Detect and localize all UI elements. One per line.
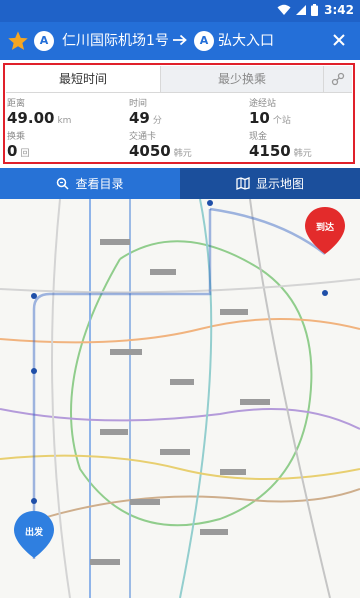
cash-fare-number: 4150 xyxy=(249,142,291,160)
arrive-pin-label: 到达 xyxy=(316,221,334,233)
line-brown xyxy=(39,488,360,520)
cash-fare-unit: 韩元 xyxy=(293,149,312,159)
tab-fewest-transfers[interactable]: 最少换乘 xyxy=(160,66,323,92)
line-grey-1 xyxy=(249,199,331,598)
line-grey-3 xyxy=(51,199,71,598)
arrive-pin[interactable]: 到达 xyxy=(305,207,345,254)
subway-map[interactable]: 到达 出发 xyxy=(0,199,360,598)
stations-unit: 个站 xyxy=(272,116,291,126)
distance-number: 49.00 xyxy=(7,109,55,127)
transfers-value: 0回 xyxy=(7,143,29,163)
stat-cash-fare: 现金 4150 韩元 xyxy=(249,132,312,163)
depart-pin-label: 出发 xyxy=(25,526,44,538)
time-unit: 分 xyxy=(152,116,162,126)
status-icons: 3:42 xyxy=(277,3,354,17)
arrow-right-icon xyxy=(173,34,187,46)
route-header: A 仁川国际机场1号... A 弘大入口 xyxy=(0,22,360,60)
station-dot xyxy=(31,293,37,299)
distance-value: 49.00 km xyxy=(7,110,71,130)
transfers-number: 0 xyxy=(7,142,18,160)
cash-fare-value: 4150 韩元 xyxy=(249,143,312,163)
status-time: 3:42 xyxy=(324,3,354,17)
station-dot xyxy=(322,290,328,296)
stat-time: 时间 49 分 xyxy=(129,99,162,130)
swap-route-icon xyxy=(331,72,345,86)
route-tabs: 最短时间 最少换乘 xyxy=(6,66,352,93)
time-value: 49 分 xyxy=(129,110,162,130)
station-dot xyxy=(31,498,37,504)
route-summary-panel: 最短时间 最少换乘 距离 49.00 km 时间 49 分 途经站 10 个站 换乘 … xyxy=(3,63,355,164)
view-list-label: 查看目录 xyxy=(75,177,124,191)
battery-icon xyxy=(311,4,319,16)
status-bar: 3:42 xyxy=(0,0,360,22)
view-list-button[interactable]: 查看目录 xyxy=(0,168,180,199)
line-yellow xyxy=(0,454,360,480)
tab-swap[interactable] xyxy=(323,66,352,92)
origin-badge: A xyxy=(34,31,54,51)
close-icon[interactable] xyxy=(331,32,347,48)
card-fare-unit: 韩元 xyxy=(173,149,192,159)
card-fare-number: 4050 xyxy=(129,142,171,160)
show-map-button[interactable]: 显示地图 xyxy=(180,168,360,199)
wifi-icon xyxy=(277,4,291,15)
station-dot xyxy=(31,368,37,374)
stations-value: 10 个站 xyxy=(249,110,291,130)
map-icon xyxy=(236,177,250,190)
depart-pin[interactable]: 出发 xyxy=(14,511,54,558)
card-fare-value: 4050 韩元 xyxy=(129,143,192,163)
destination-station[interactable]: 弘大入口 xyxy=(218,31,318,51)
stat-distance: 距离 49.00 km xyxy=(7,99,71,130)
line-teal xyxy=(179,199,213,598)
star-icon[interactable] xyxy=(7,30,29,52)
transfers-unit: 回 xyxy=(20,149,30,159)
search-list-icon xyxy=(57,177,70,190)
route-stations xyxy=(31,200,328,504)
time-number: 49 xyxy=(129,109,150,127)
stat-card-fare: 交通卡 4050 韩元 xyxy=(129,132,192,163)
destination-badge: A xyxy=(194,31,214,51)
stations-number: 10 xyxy=(249,109,270,127)
subway-map-canvas: 到达 出发 xyxy=(0,199,360,598)
signal-icon xyxy=(296,5,307,15)
action-bar: 查看目录 显示地图 xyxy=(0,168,360,199)
distance-unit: km xyxy=(57,116,72,126)
stat-stations: 途经站 10 个站 xyxy=(249,99,291,130)
station-dot xyxy=(207,200,213,206)
show-map-label: 显示地图 xyxy=(255,177,304,191)
tab-fastest[interactable]: 最短时间 xyxy=(6,66,160,92)
stat-transfers: 换乘 0回 xyxy=(7,132,29,163)
origin-station[interactable]: 仁川国际机场1号... xyxy=(62,31,168,51)
